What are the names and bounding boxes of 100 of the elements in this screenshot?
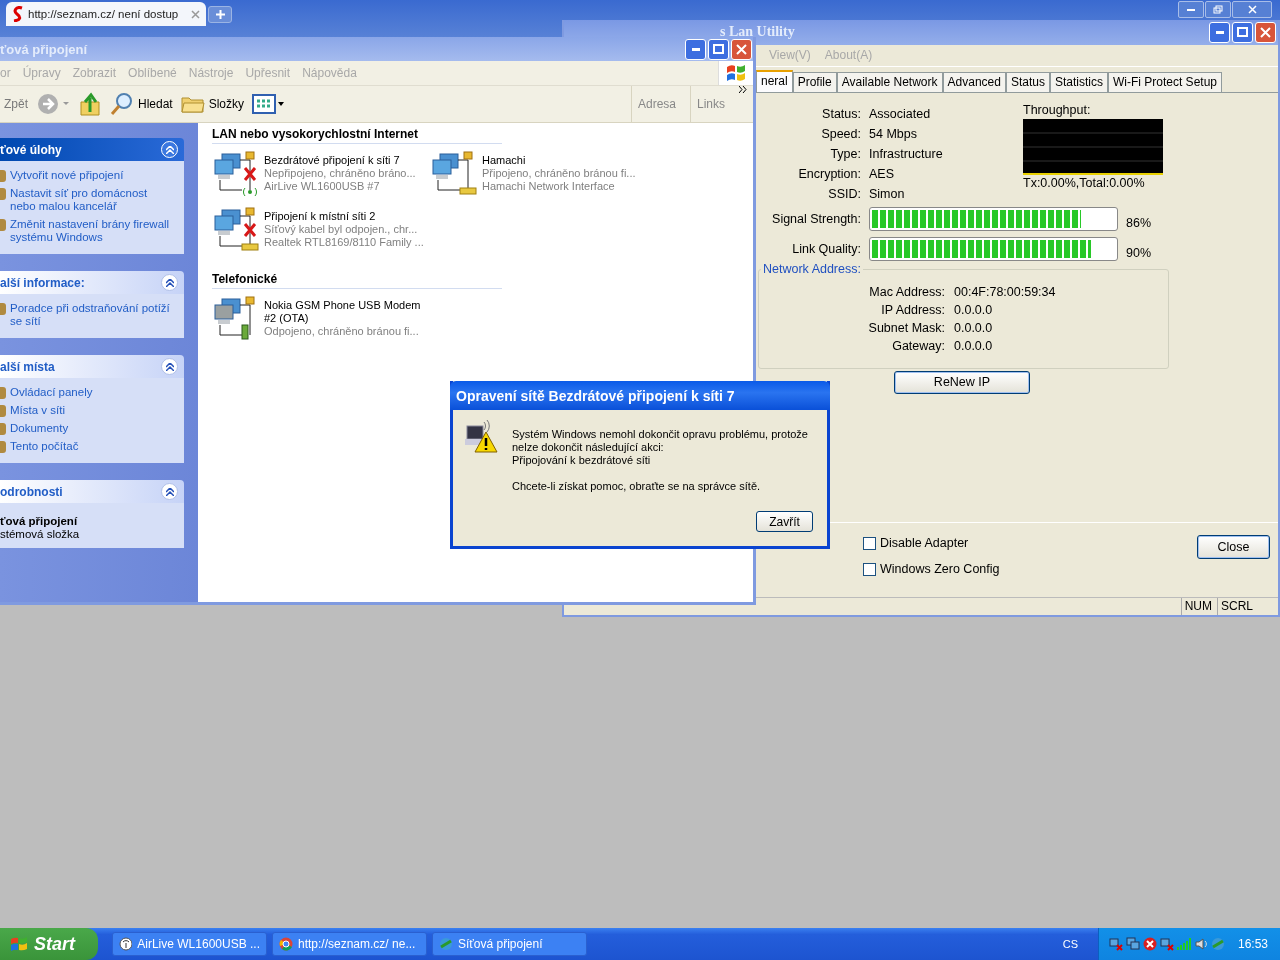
folders-icon bbox=[180, 94, 205, 114]
task-link[interactable]: Místa v síti bbox=[10, 404, 65, 417]
tab[interactable]: Profile bbox=[792, 71, 837, 92]
field-label: Subnet Mask: bbox=[867, 320, 945, 335]
field-value: Infrastructure bbox=[869, 146, 944, 161]
collapse-icon[interactable] bbox=[161, 358, 178, 375]
views-button[interactable] bbox=[252, 94, 285, 114]
close-button[interactable]: Close bbox=[1197, 535, 1270, 560]
meter-label: Signal Strength: bbox=[771, 211, 861, 226]
panel-header[interactable]: alší místa bbox=[0, 355, 184, 378]
up-folder-icon bbox=[78, 92, 102, 116]
minimize-icon bbox=[691, 47, 700, 51]
connection-item[interactable]: Připojení k místní síti 2 Síťový kabel byl odpojen., chr... Realtek RTL8169/8110 Family ... bbox=[212, 206, 430, 260]
taskbar-button[interactable]: AirLive WL1600USB ... bbox=[112, 932, 267, 956]
task-icon bbox=[0, 441, 6, 453]
status-pane: NUM bbox=[1180, 598, 1215, 615]
connection-name: Bezdrátové připojení k síti 7 bbox=[264, 154, 401, 167]
minimize-button[interactable] bbox=[1178, 1, 1204, 18]
field-label: Mac Address: bbox=[868, 284, 945, 299]
maximize-button[interactable] bbox=[708, 38, 729, 60]
folders-button[interactable]: Složky bbox=[180, 94, 245, 114]
start-button[interactable]: Start bbox=[0, 928, 98, 960]
details-name: ťová připojení bbox=[0, 515, 79, 527]
dialog-title: Opravení sítě Bezdrátové připojení k síti 7 bbox=[450, 381, 830, 410]
throughput-reading: Tx:0.00%,Total:0.00% bbox=[1023, 175, 1146, 190]
collapse-icon[interactable] bbox=[161, 274, 178, 291]
task-link[interactable]: Nastavit síť pro domácnost nebo malou kancelář bbox=[10, 187, 176, 213]
tab[interactable]: Statistics bbox=[1049, 71, 1108, 92]
details-type: stémová složka bbox=[0, 528, 81, 540]
window-title: ťová připojení bbox=[0, 41, 88, 57]
restore-button[interactable] bbox=[1205, 1, 1231, 18]
tab[interactable]: Wi-Fi Protect Setup bbox=[1107, 71, 1222, 92]
connection-item[interactable]: Bezdrátové připojení k síti 7 Nepřipojeno, chráněno bráno... AirLive WL1600USB #7 bbox=[212, 150, 430, 204]
field-value: 0.0.0.0 bbox=[954, 320, 994, 335]
field-value: Simon bbox=[869, 186, 906, 201]
close-button[interactable] bbox=[1232, 1, 1272, 18]
views-icon bbox=[252, 94, 285, 114]
meter-reading: 86% bbox=[1126, 215, 1153, 230]
field-label: Gateway: bbox=[891, 338, 945, 353]
taskbar-label: Síťová připojení bbox=[458, 937, 543, 951]
field-label: Speed: bbox=[820, 126, 861, 141]
meter-label: Link Quality: bbox=[791, 241, 861, 256]
checkbox[interactable] bbox=[863, 562, 876, 576]
close-icon[interactable] bbox=[191, 9, 200, 19]
connection-item[interactable]: Hamachi Připojeno, chráněno bránou fi... Hamachi Network Interface bbox=[430, 150, 648, 204]
connection-status: Nepřipojeno, chráněno bráno... bbox=[264, 167, 417, 180]
maximize-button[interactable] bbox=[1232, 21, 1253, 43]
plus-icon bbox=[214, 9, 226, 20]
tab[interactable]: Available Network bbox=[836, 71, 943, 92]
field-value: 00:4F:78:00:59:34 bbox=[954, 284, 1057, 299]
renew-ip-button[interactable]: ReNew IP bbox=[894, 370, 1030, 394]
task-link[interactable]: Poradce při odstraňování potíží se sítí bbox=[10, 302, 176, 328]
dialog-action: Připojování k bezdrátové síti bbox=[512, 454, 652, 467]
panel-header[interactable]: ťové úlohy bbox=[0, 138, 184, 161]
minimize-icon bbox=[1215, 30, 1224, 34]
maximize-icon bbox=[1237, 27, 1248, 38]
connection-status: Odpojeno, chráněno bránou fi... bbox=[264, 325, 420, 338]
search-button[interactable]: Hledat bbox=[110, 92, 173, 116]
shield-icon[interactable] bbox=[1142, 937, 1157, 951]
group-heading: LAN nebo vysokorychlostní Internet bbox=[212, 127, 502, 144]
tab[interactable]: Status bbox=[1005, 71, 1050, 92]
new-tab-button[interactable] bbox=[208, 6, 232, 23]
checkbox-label: Windows Zero Config bbox=[880, 562, 1000, 577]
task-link[interactable]: Ovládací panely bbox=[10, 386, 93, 399]
panel-title: ťové úlohy bbox=[0, 142, 62, 157]
taskbar-label: http://seznam.cz/ ne... bbox=[298, 937, 416, 951]
panel-header[interactable]: alší informace: bbox=[0, 271, 184, 294]
wireless-icon bbox=[119, 937, 133, 951]
taskbar-button[interactable]: http://seznam.cz/ ne... bbox=[272, 932, 427, 956]
panel-header[interactable]: odrobnosti bbox=[0, 480, 184, 503]
up-button[interactable] bbox=[78, 92, 102, 116]
language-indicator[interactable]: CS bbox=[1062, 938, 1078, 950]
warning-computer-icon bbox=[464, 420, 498, 454]
field-label: Type: bbox=[829, 146, 861, 161]
windows-logo-icon bbox=[718, 61, 753, 85]
connection-item[interactable]: Nokia GSM Phone USB Modem #2 (OTA) Odpojeno, chráněno bránou fi... bbox=[212, 295, 430, 349]
close-button[interactable]: Zavřít bbox=[756, 511, 813, 532]
throughput-label: Throughput: bbox=[1023, 102, 1092, 117]
taskbar-button[interactable]: Síťová připojení bbox=[432, 932, 587, 956]
browser-tab[interactable]: http://seznam.cz/ není dostup bbox=[6, 2, 206, 26]
task-link[interactable]: Tento počítač bbox=[10, 440, 79, 453]
speaker-icon[interactable] bbox=[1193, 937, 1208, 951]
field-label: Status: bbox=[821, 106, 861, 121]
task-icon bbox=[0, 423, 6, 435]
tab[interactable]: neral bbox=[756, 69, 793, 92]
task-link[interactable]: Vytvořit nové připojení bbox=[10, 169, 124, 182]
connection-status: Připojeno, chráněno bránou fi... bbox=[482, 167, 637, 180]
checkbox[interactable] bbox=[863, 536, 876, 550]
task-link[interactable]: Změnit nastavení brány firewall systému Windows bbox=[10, 218, 176, 244]
forward-arrow-icon bbox=[36, 92, 70, 116]
task-icon bbox=[0, 170, 6, 182]
dialog-message: Systém Windows nemohl dokončit opravu problému, protože nelze dokončit následující akci: bbox=[512, 428, 809, 454]
links-label: Links bbox=[690, 86, 731, 122]
collapse-icon[interactable] bbox=[161, 483, 178, 500]
task-link[interactable]: Dokumenty bbox=[10, 422, 69, 435]
connection-name: Připojení k místní síti 2 bbox=[264, 210, 377, 223]
chevron-icon[interactable] bbox=[739, 86, 747, 93]
close-icon bbox=[736, 43, 747, 55]
tab[interactable]: Advanced bbox=[942, 71, 1006, 92]
connection-device: Hamachi Network Interface bbox=[482, 180, 616, 193]
